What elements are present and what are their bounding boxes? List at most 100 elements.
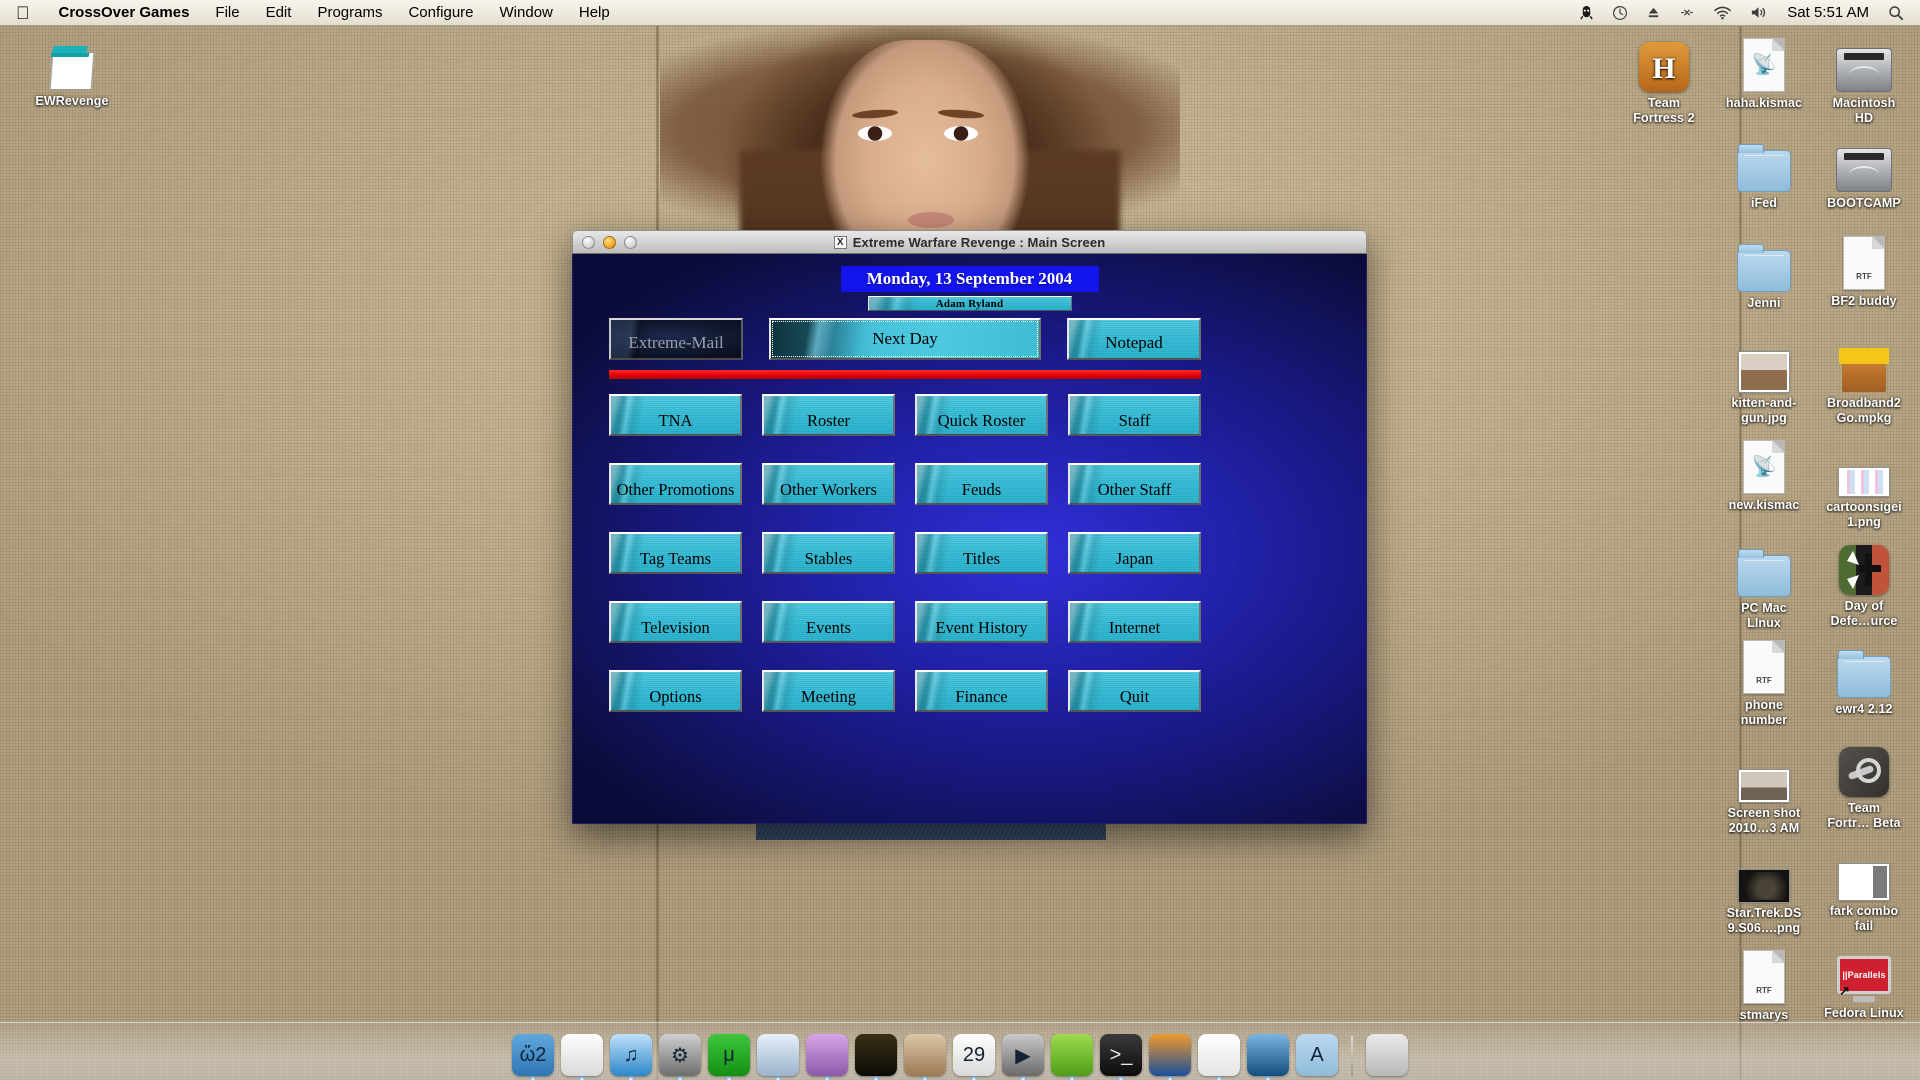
desktop-icon-new-kismac[interactable]: 📡 new.kismac [1712,432,1816,513]
desktop-icon-pc-mac-linux[interactable]: PC Mac LInux [1712,535,1816,631]
menu-item-configure[interactable]: Configure [395,0,486,26]
menu-bar-clock[interactable]: Sat 5:51 AM [1777,4,1879,21]
wifi-icon[interactable] [1704,0,1741,26]
feuds-button[interactable]: Feuds [915,463,1048,505]
dock-stickies[interactable] [1198,1034,1240,1080]
dock-utorrent[interactable]: μ [708,1034,750,1080]
desktop-icon-phone-number[interactable]: RTF phone number [1712,632,1816,728]
desktop-icon-label: BOOTCAMP [1827,196,1901,210]
dock-finder[interactable]: ὤ2 [512,1034,554,1080]
television-button[interactable]: Television [609,601,742,643]
menu-item-window[interactable]: Window [487,0,566,26]
desktop-icon-team-fortress-2[interactable]: H Team Fortress 2 [1612,30,1716,126]
dock-running-indicator [970,1076,978,1080]
dock-firefox[interactable] [1149,1034,1191,1080]
quit-button[interactable]: Quit [1068,670,1201,712]
icon-glyph: RTF [1712,632,1816,694]
desktop-icon-fark-combo-fail[interactable]: fark combo fail [1812,838,1916,934]
icon-glyph [1712,840,1816,902]
icon-glyph [1712,740,1816,802]
dock-icon-glyph: >_ [1109,1043,1133,1066]
desktop-icon-bf2-buddy[interactable]: RTF BF2 buddy [1812,228,1916,309]
quick-roster-button[interactable]: Quick Roster [915,394,1048,436]
meeting-button[interactable]: Meeting [762,670,895,712]
desktop-icon-star-trek[interactable]: Star.Trek.DS 9.S06….png [1712,840,1816,936]
other-promotions-button[interactable]: Other Promotions [609,463,742,505]
search-icon[interactable] [1879,0,1920,26]
desktop-icon-stmarys[interactable]: RTF stmarys [1712,942,1816,1023]
dock-ical[interactable]: 29 [953,1034,995,1080]
desktop-icon-label: Star.Trek.DS 9.S06….png [1726,906,1802,935]
internet-button[interactable]: Internet [1068,601,1201,643]
desktop-icon-label: iFed [1750,196,1778,210]
dock-quicktime[interactable]: ▶ [1002,1034,1044,1080]
desktop-icon-screen-shot[interactable]: Screen shot 2010…3 AM [1712,740,1816,836]
tna-button[interactable]: TNA [609,394,742,436]
next-day-button[interactable]: Next Day [769,318,1041,360]
roster-button[interactable]: Roster [762,394,895,436]
icon-glyph [1812,330,1916,392]
button-row: TNA Roster Quick Roster Staff [609,394,1201,436]
dock-limbo[interactable] [855,1034,897,1080]
desktop-icon-kitten-and-gun[interactable]: kitten-and-gun.jpg [1712,330,1816,426]
dock-camino[interactable] [1247,1034,1289,1080]
desktop-icon-day-of-defeat[interactable]: Day of Defe…urce [1812,533,1916,629]
desktop-icon-haha-kismac[interactable]: 📡 haha.kismac [1712,30,1816,111]
desktop-icon-cartoonsigei[interactable]: cartoonsigei 1.png [1812,434,1916,530]
day-of-defeat-icon [1839,545,1889,595]
desktop-icon-fedora-linux[interactable]: ||Parallels ↗ Fedora Linux [1812,940,1916,1021]
volume-icon[interactable] [1741,0,1777,26]
dock-running-indicator [578,1076,586,1080]
event-history-button[interactable]: Event History [915,601,1048,643]
japan-button[interactable]: Japan [1068,532,1201,574]
eject-icon[interactable] [1637,0,1670,26]
notepad-button[interactable]: Notepad [1067,318,1201,360]
other-staff-button[interactable]: Other Staff [1068,463,1201,505]
kismac-file-icon: 📡 [1743,440,1785,494]
dock-running-indicator [627,1076,635,1080]
stables-button[interactable]: Stables [762,532,895,574]
little-snitch-icon[interactable] [1570,0,1603,26]
options-button[interactable]: Options [609,670,742,712]
dock-adium[interactable] [1051,1034,1093,1080]
dock-running-indicator [921,1076,929,1080]
tag-teams-button[interactable]: Tag Teams [609,532,742,574]
dock-itunes[interactable]: ♫ [610,1034,652,1080]
desktop-icon-jenni[interactable]: Jenni [1712,230,1816,311]
menu-item-file[interactable]: File [202,0,252,26]
extreme-warfare-revenge-window: X Extreme Warfare Revenge : Main Screen … [572,230,1367,824]
menu-item-programs[interactable]: Programs [304,0,395,26]
menu-item-edit[interactable]: Edit [253,0,305,26]
desktop-icon-team-fortress-beta[interactable]: Team Fortr… Beta [1812,735,1916,831]
time-machine-icon[interactable] [1603,0,1637,26]
desktop-icon-macintosh-hd[interactable]: Macintosh HD [1812,30,1916,126]
desktop-icon-bootcamp[interactable]: BOOTCAMP [1812,130,1916,211]
window-title-bar[interactable]: X Extreme Warfare Revenge : Main Screen [572,230,1367,254]
finance-button[interactable]: Finance [915,670,1048,712]
desktop-icon-ewrevenge[interactable]: EWRevenge [20,28,124,109]
menu-item-help[interactable]: Help [566,0,623,26]
events-button[interactable]: Events [762,601,895,643]
desktop-icon-label: ewr4 2.12 [1835,702,1893,716]
icon-glyph [1812,30,1916,92]
titles-button[interactable]: Titles [915,532,1048,574]
bluetooth-icon[interactable] [1670,0,1704,26]
dock-system-prefs[interactable]: ⚙ [659,1034,701,1080]
other-workers-button[interactable]: Other Workers [762,463,895,505]
extreme-mail-button[interactable]: Extreme-Mail [609,318,743,360]
staff-button[interactable]: Staff [1068,394,1201,436]
dock-terminal[interactable]: >_ [1100,1034,1142,1080]
dock-chrome[interactable] [757,1034,799,1080]
desktop-icon-broadband2go[interactable]: Broadband2 Go.mpkg [1812,330,1916,426]
dock-trash[interactable] [1366,1034,1408,1076]
dock-iphoto[interactable] [561,1034,603,1080]
dock-sims[interactable] [904,1034,946,1080]
folder-icon [1737,144,1791,192]
apple-icon[interactable]:  [16,4,30,22]
dock-applications[interactable]: A [1296,1034,1338,1076]
button-row: Options Meeting Finance Quit [609,670,1201,712]
desktop-icon-ifed[interactable]: iFed [1712,130,1816,211]
menu-item-crossover-games[interactable]: CrossOver Games [46,0,203,26]
desktop-icon-ewr4-212[interactable]: ewr4 2.12 [1812,636,1916,717]
dock-game-purple[interactable] [806,1034,848,1080]
